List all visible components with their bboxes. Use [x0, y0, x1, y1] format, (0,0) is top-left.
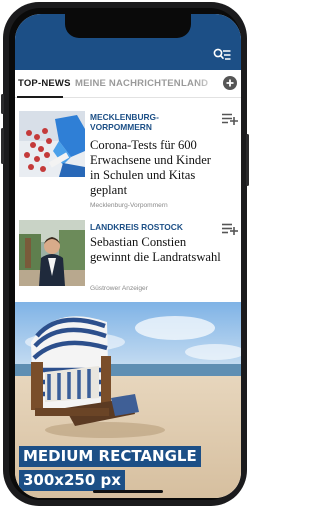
ad-label-line: 300x250 px: [19, 470, 125, 491]
tab-meine-nachrichten[interactable]: MEINE NACHRICHTEN: [75, 78, 181, 89]
article-source: Güstrower Anzeiger: [90, 285, 148, 292]
tab-top-news[interactable]: TOP-NEWS: [18, 78, 71, 89]
article-kicker: MECKLENBURG- VORPOMMERN: [90, 112, 159, 132]
kicker-line: MECKLENBURG-: [90, 112, 159, 122]
list-item[interactable]: LANDKREIS ROSTOCK Sebastian Constien gew…: [15, 206, 241, 298]
side-button: [246, 134, 249, 186]
ad-label-line: MEDIUM RECTANGLE: [19, 446, 201, 467]
plus-icon[interactable]: [223, 76, 237, 90]
article-thumbnail: [19, 220, 85, 286]
article-thumbnail: [19, 111, 85, 177]
side-button: [1, 94, 4, 114]
app-header: [15, 14, 241, 70]
beach-chair-image: [15, 302, 241, 498]
playlist-add-icon[interactable]: [222, 222, 238, 235]
app-screen: TOP-NEWS MEINE NACHRICHTEN LAND: [15, 14, 241, 498]
playlist-add-icon[interactable]: [222, 112, 238, 125]
ad-banner[interactable]: MEDIUM RECTANGLE 300x250 px: [15, 302, 241, 498]
kicker-line: VORPOMMERN: [90, 122, 152, 132]
list-item[interactable]: MECKLENBURG- VORPOMMERN Corona-Tests für…: [15, 98, 241, 209]
phone-frame: TOP-NEWS MEINE NACHRICHTEN LAND: [1, 2, 249, 506]
search-menu-icon[interactable]: [213, 48, 231, 62]
tabs-fade: [195, 70, 221, 97]
phone-notch: [65, 14, 191, 38]
side-button: [1, 128, 4, 164]
article-headline[interactable]: Sebastian Constien gewinnt die Landratsw…: [90, 235, 222, 265]
article-kicker: LANDKREIS ROSTOCK: [90, 222, 183, 232]
home-indicator[interactable]: [93, 490, 163, 493]
category-tabs: TOP-NEWS MEINE NACHRICHTEN LAND: [15, 70, 241, 98]
article-headline[interactable]: Corona-Tests für 600 Erwachsene und Kind…: [90, 138, 222, 198]
